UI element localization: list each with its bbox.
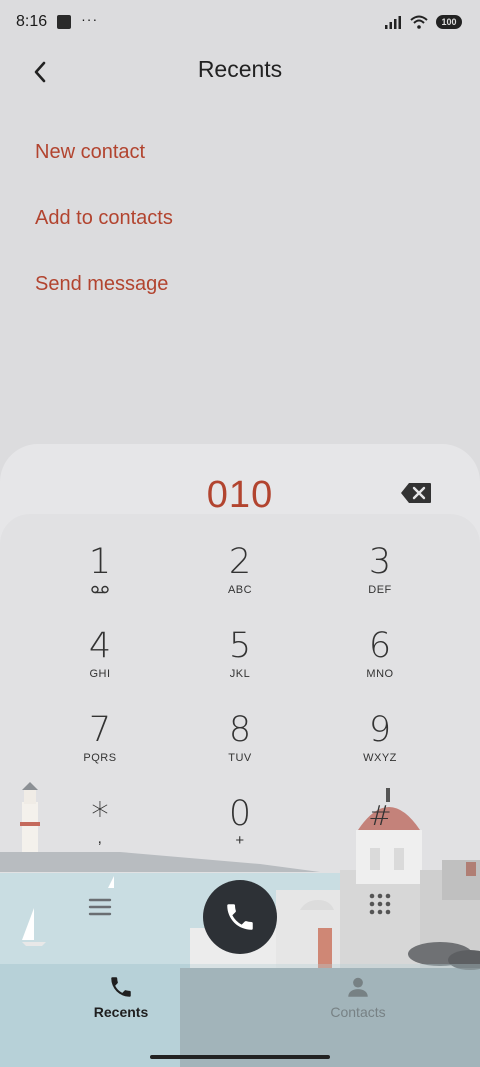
nav-contacts-label: Contacts: [330, 1004, 386, 1020]
key-1[interactable]: 1: [40, 542, 160, 616]
key-8[interactable]: 8 TUV: [180, 710, 300, 784]
bottom-navigation: Recents Contacts: [0, 964, 480, 1067]
status-left: 8:16 ···: [16, 11, 99, 31]
key-letters: JKL: [229, 668, 251, 680]
header: Recents: [0, 44, 480, 96]
key-digit: 4: [88, 626, 112, 666]
battery-icon: 100: [436, 15, 462, 29]
nav-recents[interactable]: Recents: [61, 974, 181, 1020]
key-6[interactable]: 6 MNO: [320, 626, 440, 700]
dialpad-toggle-icon[interactable]: [366, 890, 394, 918]
nav-contacts[interactable]: Contacts: [298, 974, 418, 1020]
wifi-icon: [410, 15, 428, 29]
key-letters: DEF: [368, 584, 392, 596]
key-3[interactable]: 3 DEF: [320, 542, 440, 616]
recents-phone-icon: [111, 977, 131, 997]
key-digit: 5: [228, 626, 252, 666]
key-letters: ABC: [227, 584, 253, 596]
key-letters: WXYZ: [363, 752, 397, 764]
key-digit: 8: [228, 710, 252, 750]
key-hash[interactable]: #: [320, 796, 440, 870]
nav-recents-label: Recents: [93, 1004, 149, 1020]
page-title: Recents: [197, 56, 283, 82]
key-0[interactable]: 0 +: [180, 794, 300, 868]
status-time: 8:16: [16, 13, 48, 30]
key-star[interactable]: * ,: [40, 796, 160, 870]
key-letters: GHI: [89, 668, 111, 680]
key-letters: PQRS: [83, 752, 117, 764]
home-indicator[interactable]: [150, 1055, 330, 1059]
key-digit: 3: [368, 542, 392, 582]
call-button[interactable]: [203, 880, 277, 954]
dialer-action-row: [0, 880, 480, 960]
key-digit: 9: [368, 710, 392, 750]
key-letters: TUV: [228, 752, 252, 764]
key-digit: 1: [88, 542, 112, 582]
send-message-option[interactable]: Send message: [35, 273, 168, 296]
signal-icon: [385, 16, 401, 29]
key-digit: #: [368, 799, 392, 832]
more-notifications-icon: ···: [81, 11, 99, 27]
backspace-icon[interactable]: [400, 482, 432, 504]
key-digit: 0: [228, 794, 252, 834]
key-digit: 7: [88, 710, 112, 750]
key-4[interactable]: 4 GHI: [40, 626, 160, 700]
status-right: 100: [384, 15, 462, 29]
menu-icon[interactable]: [84, 892, 116, 922]
key-letters: MNO: [366, 668, 394, 680]
key-5[interactable]: 5 JKL: [180, 626, 300, 700]
key-7[interactable]: 7 PQRS: [40, 710, 160, 784]
status-bar: 8:16 ··· 100: [0, 0, 480, 44]
voicemail-icon: [91, 585, 109, 594]
key-letters: ,: [97, 830, 103, 847]
key-2[interactable]: 2 ABC: [180, 542, 300, 616]
add-to-contacts-option[interactable]: Add to contacts: [35, 207, 173, 230]
contacts-person-icon: [348, 977, 368, 997]
key-digit: 2: [228, 542, 252, 582]
key-9[interactable]: 9 WXYZ: [320, 710, 440, 784]
phone-icon: [227, 904, 253, 930]
new-contact-option[interactable]: New contact: [35, 141, 145, 164]
key-letters: +: [235, 832, 245, 849]
notification-icon: [57, 15, 72, 29]
key-digit: 6: [368, 626, 392, 666]
